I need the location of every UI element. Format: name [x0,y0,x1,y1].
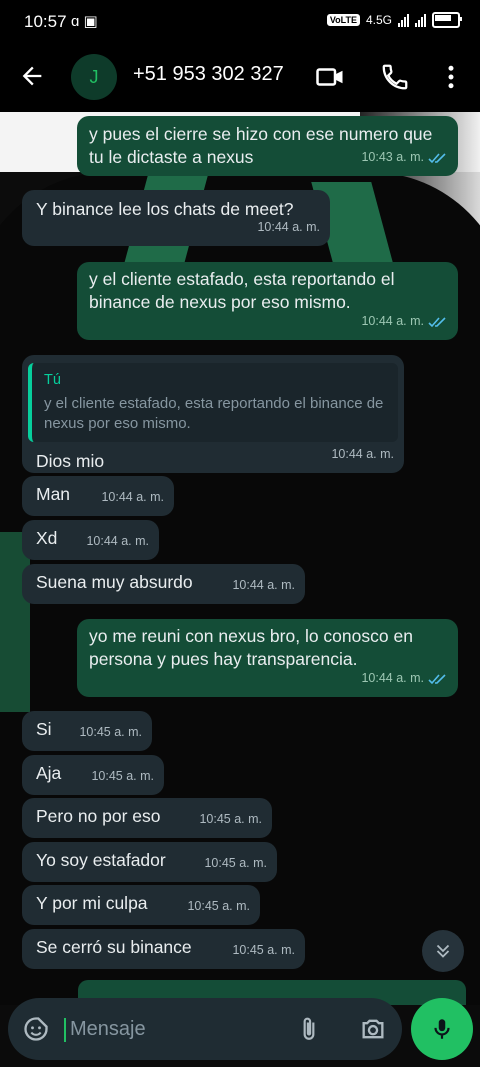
avatar-initial: J [89,66,99,87]
network-type: 4.5G [365,13,392,27]
message-incoming[interactable]: Aja 10:45 a. m. [22,755,164,795]
back-arrow-icon[interactable] [18,62,46,90]
message-time: 10:44 a. m. [232,578,295,592]
message-incoming[interactable]: Yo soy estafador 10:45 a. m. [22,842,277,882]
message-input[interactable]: Mensaje [70,1018,146,1041]
message-incoming[interactable]: Pero no por eso 10:45 a. m. [22,798,272,838]
chat-header: J +51 953 302 327 [0,44,480,112]
message-incoming[interactable]: Suena muy absurdo 10:44 a. m. [22,564,305,604]
attach-icon[interactable] [296,1015,322,1043]
status-bar: 10:57 ɑ ▣ VoLTE 4.5G [0,0,480,44]
video-call-icon[interactable] [315,62,345,92]
scroll-to-bottom-button[interactable] [422,930,464,972]
message-time: 10:45 a. m. [91,769,154,783]
message-time: 10:45 a. m. [187,899,250,913]
message-incoming[interactable]: Xd 10:44 a. m. [22,520,159,560]
quoted-message[interactable]: Tú y el cliente estafado, esta reportand… [28,363,398,442]
notification-icons: ɑ ▣ [71,13,98,30]
voice-call-icon[interactable] [380,62,410,92]
signal-icon-2 [415,13,426,27]
text-caret [64,1018,66,1042]
camera-icon[interactable] [358,1015,388,1043]
read-ticks-icon [428,673,446,684]
message-incoming[interactable]: Y binance lee los chats de meet? 10:44 a… [22,190,330,246]
message-time: 10:45 a. m. [204,856,267,870]
message-time: 10:43 a. m. [361,150,424,164]
message-incoming-reply[interactable]: Tú y el cliente estafado, esta reportand… [22,355,404,473]
message-time: 10:45 a. m. [199,812,262,826]
status-right-icons: VoLTE 4.5G [326,12,462,28]
message-time: 10:44 a. m. [361,671,424,685]
message-text: y el cliente estafado, esta reportando e… [89,269,395,312]
message-incoming[interactable]: Man 10:44 a. m. [22,476,174,516]
message-outgoing[interactable]: y el cliente estafado, esta reportando e… [77,262,458,340]
volte-icon: VoLTE [326,14,360,26]
more-options-icon[interactable] [436,62,466,92]
message-outgoing[interactable]: yo me reuni con nexus bro, lo conosco en… [77,619,458,697]
quote-text: y el cliente estafado, esta reportando e… [44,395,384,432]
read-ticks-icon [428,316,446,327]
message-time: 10:45 a. m. [232,943,295,957]
message-text: yo me reuni con nexus bro, lo conosco en… [89,626,413,669]
contact-name[interactable]: +51 953 302 327 [133,63,284,86]
quote-author: Tú [44,372,61,388]
message-incoming[interactable]: Si 10:45 a. m. [22,711,152,751]
battery-icon [432,12,462,28]
message-time: 10:45 a. m. [79,725,142,739]
wallpaper-sleeve [0,532,30,712]
contact-avatar[interactable]: J [71,54,117,100]
message-time: 10:44 a. m. [101,490,164,504]
message-time: 10:44 a. m. [86,534,149,548]
message-time: 10:44 a. m. [361,314,424,328]
signal-icon [398,13,409,27]
voice-message-button[interactable] [411,998,473,1060]
microphone-icon [434,1019,450,1039]
message-time: 10:44 a. m. [331,447,394,461]
double-chevron-down-icon [436,944,450,958]
chat-area[interactable]: y pues el cierre se hizo con ese numero … [0,112,480,1005]
message-time: 10:44 a. m. [257,220,320,234]
message-outgoing[interactable]: y pues el cierre se hizo con ese numero … [77,116,458,176]
status-time: 10:57 [24,12,67,31]
message-incoming[interactable]: Se cerró su binance 10:45 a. m. [22,929,305,969]
message-composer[interactable]: Mensaje [8,998,402,1060]
read-ticks-icon [428,152,446,163]
sticker-emoji-icon[interactable] [22,1015,50,1043]
message-incoming[interactable]: Y por mi culpa 10:45 a. m. [22,885,260,925]
